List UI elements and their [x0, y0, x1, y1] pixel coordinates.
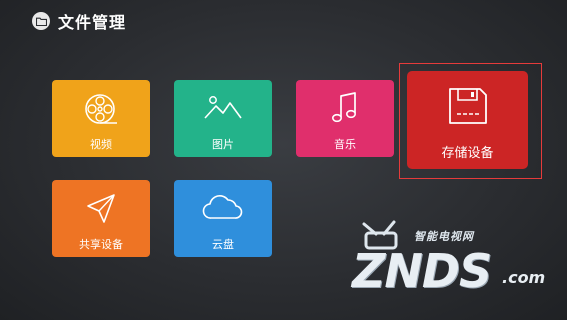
music-note-icon	[330, 92, 360, 130]
tile-label: 云盘	[212, 238, 234, 251]
floppy-disk-icon	[447, 86, 489, 130]
app-header: 文件管理	[32, 10, 126, 32]
tile-label: 图片	[212, 138, 234, 151]
tile-label: 共享设备	[79, 238, 123, 251]
znds-watermark: 智能电视网 ZNDS .com	[352, 220, 552, 310]
tile-video[interactable]: 视频	[52, 80, 150, 157]
folder-icon	[32, 12, 50, 30]
tile-cloud[interactable]: 云盘	[174, 180, 272, 257]
tile-image[interactable]: 图片	[174, 80, 272, 157]
tile-label: 音乐	[334, 138, 356, 151]
tile-label: 存储设备	[441, 146, 494, 161]
send-arrow-icon	[84, 192, 118, 230]
film-reel-icon	[83, 92, 119, 132]
tile-music[interactable]: 音乐	[296, 80, 394, 157]
watermark-chinese: 智能电视网	[414, 230, 474, 243]
mountain-image-icon	[203, 92, 243, 128]
page-title: 文件管理	[58, 13, 127, 32]
watermark-domain: .com	[502, 268, 546, 287]
cloud-icon	[201, 192, 245, 228]
tile-label: 视频	[90, 138, 112, 151]
tile-share-devices[interactable]: 共享设备	[52, 180, 150, 257]
tile-storage[interactable]: 存储设备	[407, 71, 528, 169]
watermark-brand: ZNDS	[352, 244, 492, 298]
